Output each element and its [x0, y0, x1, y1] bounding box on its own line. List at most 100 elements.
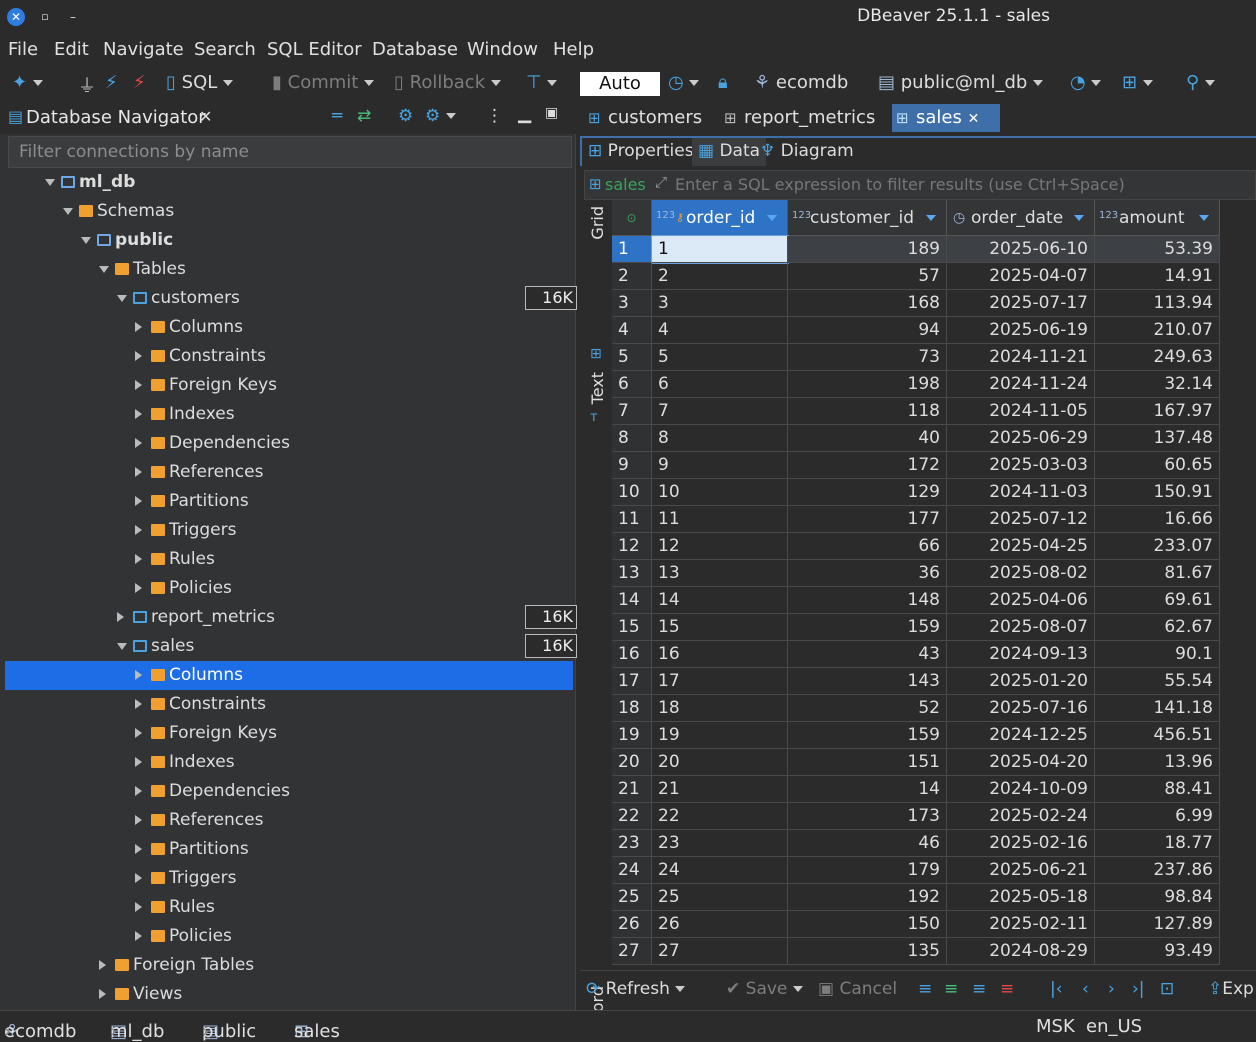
fetch-all-icon[interactable]: ⊡ — [1160, 979, 1174, 999]
table-cell[interactable]: 57 — [788, 263, 947, 290]
table-cell[interactable]: 4 — [652, 317, 788, 344]
table-cell[interactable]: 113.94 — [1095, 290, 1220, 317]
new-folder-icon[interactable]: ⚙ — [425, 106, 456, 126]
tree-node[interactable]: Columns — [5, 661, 573, 690]
new-connection-icon[interactable]: ✦ — [12, 72, 43, 93]
table-cell[interactable]: 2024-11-05 — [947, 398, 1095, 425]
tree-node[interactable]: Policies — [5, 922, 573, 951]
table-cell[interactable]: 210.07 — [1095, 317, 1220, 344]
table-cell[interactable]: 2025-07-12 — [947, 506, 1095, 533]
save-button[interactable]: ✔ Save — [726, 979, 803, 999]
tree-node[interactable]: customers 16K — [5, 284, 577, 313]
table-cell[interactable]: 10 — [652, 479, 788, 506]
row-number[interactable]: 8 — [612, 425, 652, 452]
table-cell[interactable]: 148 — [788, 587, 947, 614]
tree-node[interactable]: Partitions — [5, 487, 573, 516]
table-cell[interactable]: 2025-01-20 — [947, 668, 1095, 695]
expanded-arrow-icon[interactable] — [117, 295, 127, 302]
table-cell[interactable]: 159 — [788, 614, 947, 641]
row-number[interactable]: 4 — [612, 317, 652, 344]
table-cell[interactable]: 18 — [652, 695, 788, 722]
row-number[interactable]: 7 — [612, 398, 652, 425]
expanded-arrow-icon[interactable] — [117, 643, 127, 650]
table-cell[interactable]: 2024-10-09 — [947, 776, 1095, 803]
table-row[interactable]: 1 1 189 2025-06-10 53.39 — [612, 235, 1256, 264]
table-cell[interactable]: 94 — [788, 317, 947, 344]
tree-node[interactable]: Foreign Keys — [5, 719, 573, 748]
table-cell[interactable]: 167.97 — [1095, 398, 1220, 425]
table-cell[interactable]: 32.14 — [1095, 371, 1220, 398]
table-cell[interactable]: 98.84 — [1095, 884, 1220, 911]
table-row[interactable]: 18 18 52 2025-07-16 141.18 — [612, 695, 1256, 722]
row-number[interactable]: 24 — [612, 857, 652, 884]
tree-node[interactable]: public — [5, 226, 573, 255]
tree-node[interactable]: Dependencies — [5, 429, 573, 458]
collapsed-arrow-icon[interactable] — [135, 873, 142, 883]
tree-node[interactable]: Rules — [5, 545, 573, 574]
column-header-order-id[interactable]: 123 ⚷ order_id — [652, 200, 788, 236]
table-cell[interactable]: 127.89 — [1095, 911, 1220, 938]
table-cell[interactable]: 177 — [788, 506, 947, 533]
tree-node[interactable]: report_metrics 16K — [5, 603, 577, 632]
table-cell[interactable]: 11 — [652, 506, 788, 533]
table-row[interactable]: 13 13 36 2025-08-02 81.67 — [612, 560, 1256, 587]
table-row[interactable]: 5 5 73 2024-11-21 249.63 — [612, 344, 1256, 371]
table-row[interactable]: 15 15 159 2025-08-07 62.67 — [612, 614, 1256, 641]
connection-filter-input[interactable]: Filter connections by name — [8, 136, 572, 168]
delete-row-icon[interactable]: ≡ — [1000, 979, 1014, 999]
table-cell[interactable]: 27 — [652, 938, 788, 965]
tree-node[interactable]: Rules — [5, 893, 573, 922]
collapsed-arrow-icon[interactable] — [135, 351, 142, 361]
table-cell[interactable]: 55.54 — [1095, 668, 1220, 695]
collapsed-arrow-icon[interactable] — [135, 699, 142, 709]
table-cell[interactable]: 143 — [788, 668, 947, 695]
table-cell[interactable]: 73 — [788, 344, 947, 371]
expanded-arrow-icon[interactable] — [63, 208, 73, 215]
table-cell[interactable]: 2025-06-29 — [947, 425, 1095, 452]
connect-icon[interactable]: ⏚ — [78, 72, 96, 98]
tree-node[interactable]: Schemas — [5, 197, 573, 226]
column-header-order-date[interactable]: ◷ order_date — [947, 200, 1095, 236]
tree-node[interactable]: Triggers — [5, 864, 573, 893]
table-cell[interactable]: 52 — [788, 695, 947, 722]
link-editor-icon[interactable]: ⇄ — [357, 106, 371, 126]
filter-icon[interactable]: ⚙ — [398, 106, 413, 126]
maximize-panel-icon[interactable]: ▣ — [545, 105, 558, 121]
table-cell[interactable]: 2025-02-16 — [947, 830, 1095, 857]
table-cell[interactable]: 137.48 — [1095, 425, 1220, 452]
table-row[interactable]: 16 16 43 2024-09-13 90.1 — [612, 641, 1256, 668]
table-cell[interactable]: 69.61 — [1095, 587, 1220, 614]
row-number[interactable]: 13 — [612, 560, 652, 587]
table-cell[interactable]: 2025-04-07 — [947, 263, 1095, 290]
row-number[interactable]: 20 — [612, 749, 652, 776]
expanded-arrow-icon[interactable] — [99, 266, 109, 273]
transaction-mode-icon[interactable]: ⊤ — [526, 72, 558, 93]
column-header-amount[interactable]: 123 amount — [1095, 200, 1220, 236]
table-row[interactable]: 12 12 66 2025-04-25 233.07 — [612, 533, 1256, 560]
table-cell[interactable]: 25 — [652, 884, 788, 911]
tab-sales[interactable]: ⊞ sales ✕ — [892, 104, 1000, 132]
row-number[interactable]: 10 — [612, 479, 652, 506]
table-row[interactable]: 19 19 159 2024-12-25 456.51 — [612, 722, 1256, 749]
copy-row-icon[interactable]: ≡ — [972, 979, 986, 999]
table-cell[interactable]: 2024-12-25 — [947, 722, 1095, 749]
tree-node[interactable]: sales 16K — [5, 632, 577, 661]
table-cell[interactable]: 20 — [652, 749, 788, 776]
table-cell[interactable]: 118 — [788, 398, 947, 425]
table-cell[interactable]: 129 — [788, 479, 947, 506]
table-cell[interactable]: 22 — [652, 803, 788, 830]
row-number[interactable]: 15 — [612, 614, 652, 641]
text-icon[interactable]: ᴛ — [590, 410, 598, 425]
table-row[interactable]: 7 7 118 2024-11-05 167.97 — [612, 398, 1256, 425]
table-cell[interactable]: 8 — [652, 425, 788, 452]
table-cell[interactable]: 9 — [652, 452, 788, 479]
grid-view-toggle[interactable]: Grid — [588, 206, 607, 240]
table-row[interactable]: 10 10 129 2024-11-03 150.91 — [612, 479, 1256, 506]
active-schema-selector[interactable]: ▤ public@ml_db — [878, 72, 1044, 93]
menu-sql-editor[interactable]: SQL Editor — [267, 39, 362, 60]
table-cell[interactable]: 159 — [788, 722, 947, 749]
table-cell[interactable]: 168 — [788, 290, 947, 317]
table-cell[interactable]: 456.51 — [1095, 722, 1220, 749]
collapsed-arrow-icon[interactable] — [135, 931, 142, 941]
table-row[interactable]: 17 17 143 2025-01-20 55.54 — [612, 668, 1256, 695]
